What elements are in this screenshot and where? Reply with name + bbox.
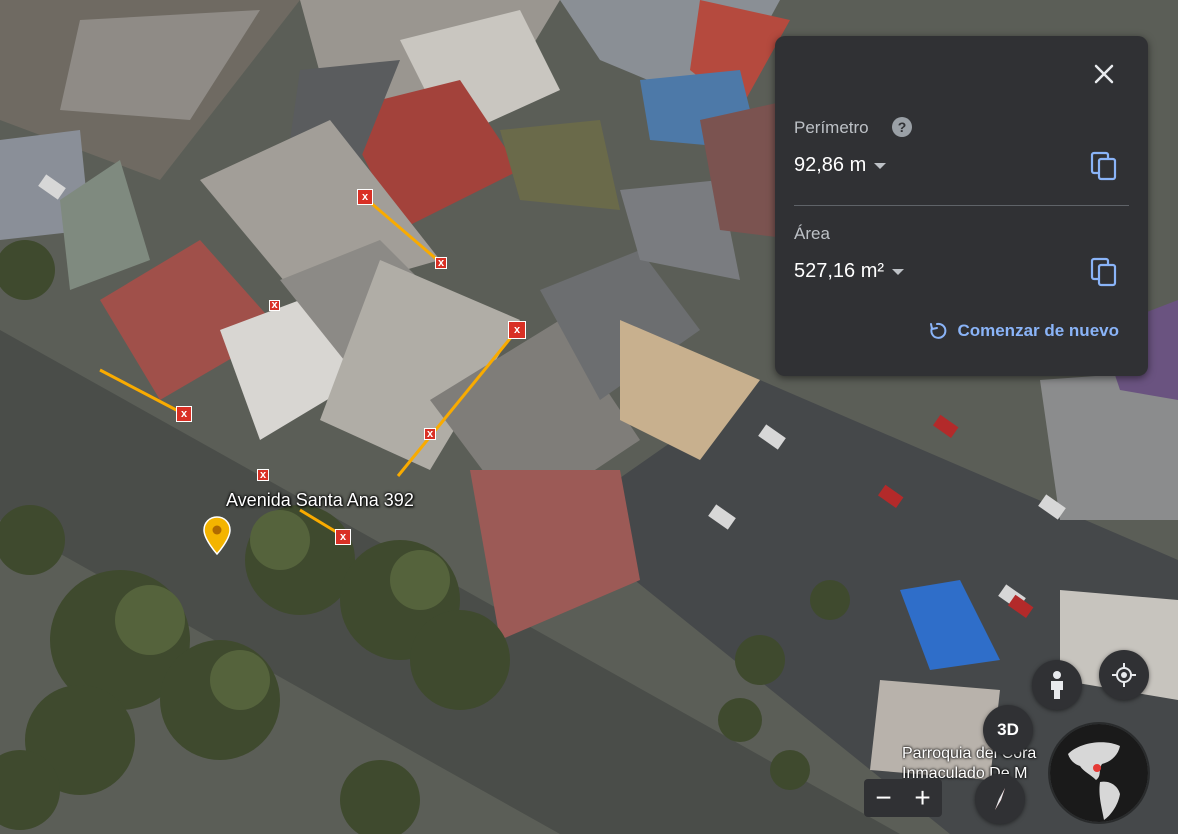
globe-view-button[interactable] (1050, 724, 1148, 822)
location-pin-icon[interactable] (202, 516, 232, 556)
globe-icon (1050, 724, 1148, 822)
compass-icon (995, 788, 1005, 810)
place-label: Parroquia del Cora Inmaculado De M (902, 744, 1052, 784)
close-icon[interactable] (1092, 62, 1116, 86)
help-icon[interactable]: ? (892, 117, 912, 137)
zoom-in-button[interactable]: + (914, 784, 930, 812)
measure-point-marker[interactable]: x (335, 529, 351, 545)
zoom-out-button[interactable]: − (875, 784, 891, 812)
measure-point-marker[interactable]: x (257, 469, 269, 481)
street-view-button[interactable] (1032, 660, 1082, 710)
measure-distance-panel: Perímetro ? 92,86 m Área 527,16 m² Comen… (775, 36, 1148, 376)
measure-point-marker[interactable]: x (269, 300, 280, 311)
my-location-button[interactable] (1099, 650, 1149, 700)
area-label: Área (794, 224, 830, 243)
area-value: 527,16 m² (794, 260, 885, 282)
perimeter-value: 92,86 m (794, 154, 867, 176)
measure-point-marker[interactable]: x (424, 428, 436, 440)
zoom-controls: − + (864, 779, 942, 817)
area-value-dropdown[interactable]: 527,16 m² (794, 260, 905, 283)
measure-point-marker[interactable]: x (435, 257, 447, 269)
restart-button[interactable]: Comenzar de nuevo (927, 321, 1119, 341)
copy-icon[interactable] (1090, 151, 1118, 181)
toggle-3d-button[interactable]: 3D (983, 705, 1033, 755)
copy-icon[interactable] (1090, 257, 1118, 287)
pegman-icon (1051, 671, 1063, 699)
caret-down-icon (874, 162, 887, 169)
panel-divider (794, 205, 1129, 206)
measure-point-marker[interactable]: x (508, 321, 526, 339)
compass-button[interactable] (975, 774, 1025, 824)
perimeter-value-dropdown[interactable]: 92,86 m (794, 154, 887, 177)
my-location-icon (1112, 663, 1136, 687)
caret-down-icon (892, 268, 905, 275)
perimeter-label: Perímetro (794, 118, 869, 137)
measure-point-marker[interactable]: x (357, 189, 373, 205)
address-label: Avenida Santa Ana 392 (226, 490, 414, 510)
place-label-line1: Parroquia del Cora (902, 745, 1037, 762)
restart-label: Comenzar de nuevo (957, 321, 1119, 340)
restart-icon (930, 322, 947, 339)
measure-point-marker[interactable]: x (176, 406, 192, 422)
